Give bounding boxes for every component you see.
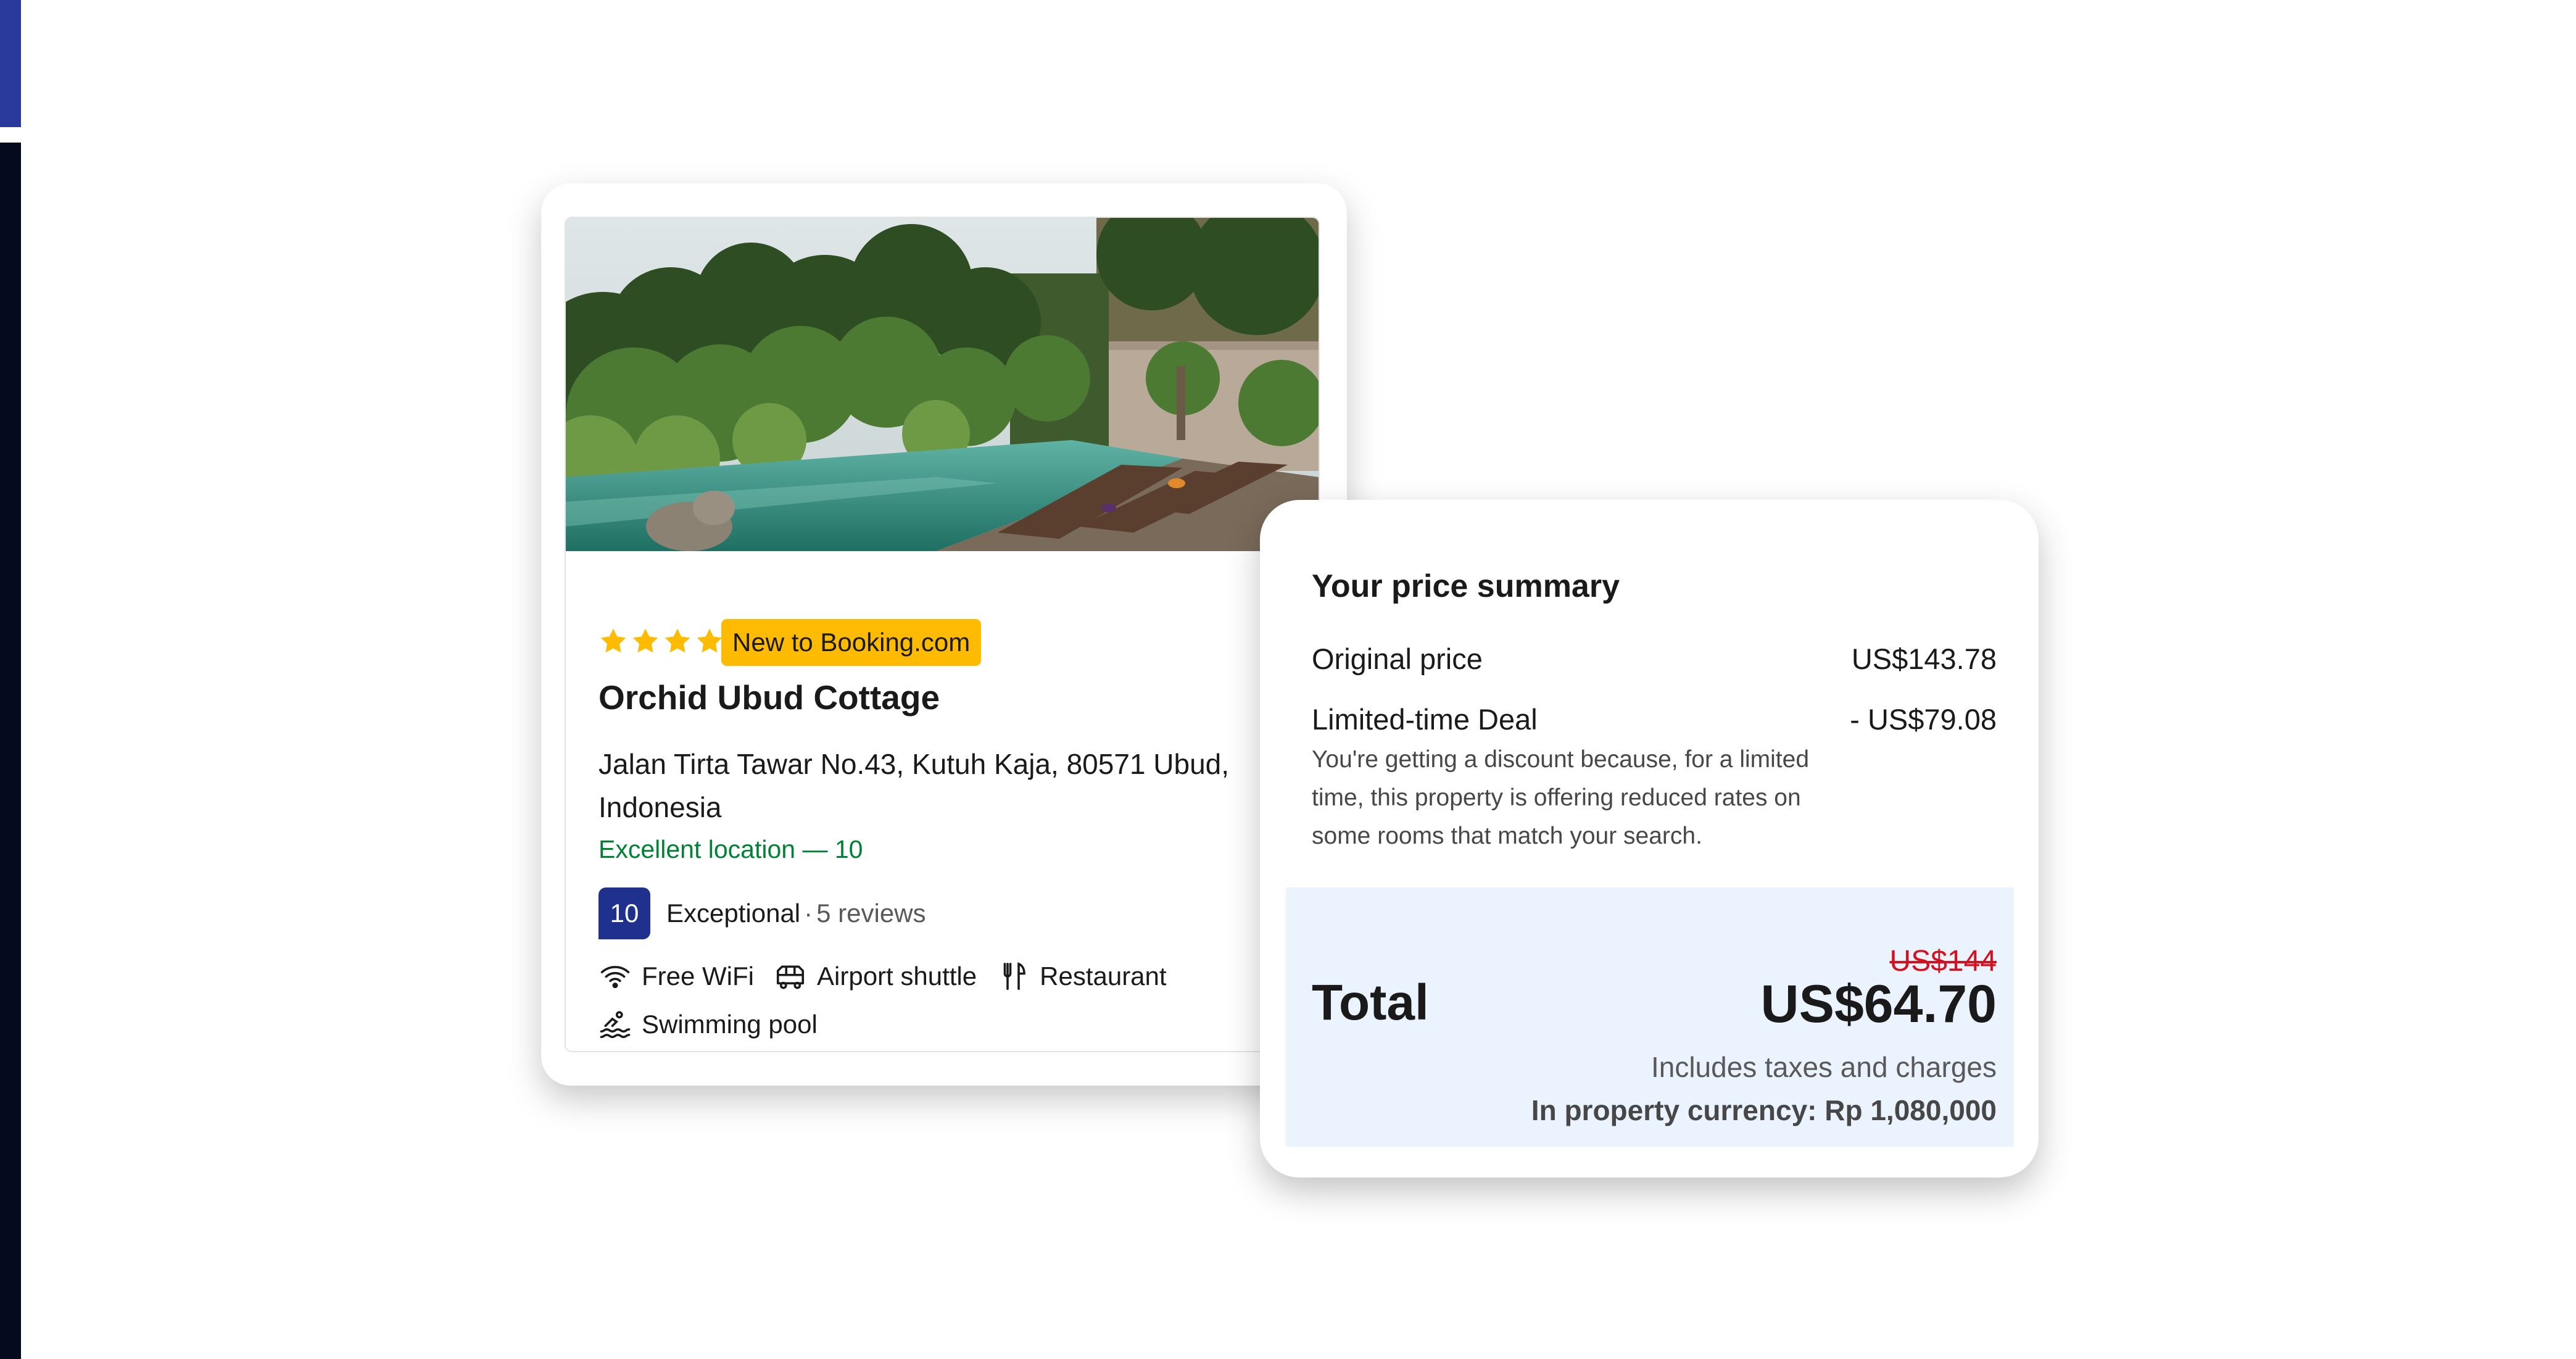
location-score: Excellent location — 10: [598, 835, 863, 863]
amenity-airport-shuttle: Airport shuttle: [774, 959, 977, 994]
property-listing[interactable]: New to Booking.com Orchid Ubud Cottage J…: [565, 217, 1320, 1052]
star-icon: [665, 628, 690, 653]
amenities-list: Free WiFi Airport shuttle Restaurant Swi…: [598, 959, 1308, 1042]
original-total-price: US$144: [1889, 945, 1997, 978]
star-icon: [632, 628, 658, 653]
restaurant-icon: [1003, 962, 1025, 991]
review-count: 5 reviews: [816, 899, 926, 928]
shuttle-icon: [776, 965, 805, 989]
amenity-swimming-pool: Swimming pool: [598, 1007, 818, 1042]
new-to-booking-badge: New to Booking.com: [721, 619, 982, 666]
edge-accent-dark: [0, 143, 21, 1359]
amenity-label: Airport shuttle: [817, 962, 977, 991]
taxes-note: Includes taxes and charges: [1650, 1051, 1997, 1083]
wifi-icon: [600, 966, 630, 989]
original-price-label: Original price: [1312, 642, 1483, 675]
star-icon: [697, 628, 723, 653]
amenity-label: Swimming pool: [642, 1010, 818, 1039]
price-summary-title: Your price summary: [1312, 568, 1620, 604]
deal-value: - US$79.08: [1850, 703, 1997, 736]
review-separator: ·: [804, 899, 813, 928]
amenity-label: Free WiFi: [642, 962, 754, 991]
property-photo[interactable]: [566, 218, 1319, 551]
review-score-badge: 10: [598, 887, 650, 939]
amenity-restaurant: Restaurant: [996, 959, 1167, 994]
star-rating: [598, 626, 724, 660]
deal-note: You're getting a discount because, for a…: [1312, 746, 1810, 849]
edge-accent-blue: [0, 0, 21, 127]
review-score[interactable]: 10 Exceptional · 5 reviews: [598, 887, 926, 940]
price-summary-card: Your price summary Original price US$143…: [1260, 500, 2039, 1178]
total-panel: Total US$144 US$64.70 Includes taxes and…: [1286, 887, 2014, 1147]
amenity-wifi: Free WiFi: [598, 959, 754, 994]
total-label: Total: [1312, 975, 1429, 1031]
property-address: Jalan Tirta Tawar No.43, Kutuh Kaja, 805…: [598, 748, 1230, 823]
property-currency-price: In property currency: Rp 1,080,000: [1531, 1094, 1997, 1126]
star-icon: [600, 628, 626, 653]
original-price-value: US$143.78: [1851, 642, 1997, 675]
total-price: US$64.70: [1760, 975, 1997, 1034]
deal-label: Limited-time Deal: [1312, 703, 1538, 736]
amenity-label: Restaurant: [1040, 962, 1167, 991]
hotel-card: New to Booking.com Orchid Ubud Cottage J…: [541, 183, 1347, 1086]
pool-icon: [600, 1011, 631, 1039]
property-name[interactable]: Orchid Ubud Cottage: [598, 678, 940, 717]
review-score-label: Exceptional: [666, 899, 801, 928]
